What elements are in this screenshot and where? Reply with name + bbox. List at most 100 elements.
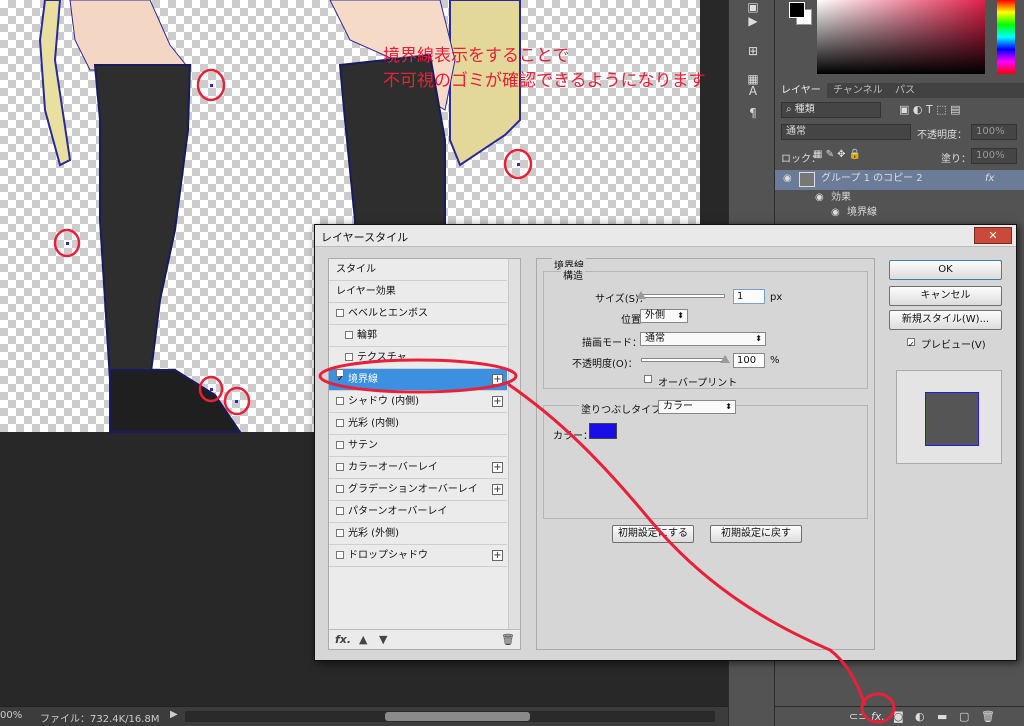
opacity-input[interactable]: 100	[733, 353, 765, 368]
new-group-icon[interactable]: ▬	[937, 710, 947, 723]
style-checkbox[interactable]	[336, 551, 344, 559]
tab-layers[interactable]: レイヤー	[775, 83, 827, 98]
visibility-eye-icon[interactable]: ◉	[783, 170, 792, 188]
play-action-icon[interactable]: ▶	[743, 14, 763, 32]
style-item[interactable]: ドロップシャドウ +	[329, 545, 507, 567]
add-effect-plus-icon[interactable]: +	[492, 396, 503, 407]
layer-style-dialog: レイヤースタイル ✕ スタイルレイヤー効果ベベルとエンボス輪郭テクスチャ境界線 +…	[314, 224, 1017, 661]
new-style-button[interactable]: 新規スタイル(W)...	[889, 310, 1002, 330]
size-slider[interactable]	[641, 294, 725, 298]
size-slider-knob[interactable]	[636, 291, 646, 299]
style-checkbox[interactable]	[336, 419, 344, 427]
style-item[interactable]: シャドウ (内側) +	[329, 391, 507, 413]
adjustment-layer-icon[interactable]: ◐	[915, 710, 925, 723]
style-item[interactable]: 光彩 (内側)	[329, 413, 507, 435]
structure-title: 構造	[561, 267, 585, 282]
cancel-button[interactable]: キャンセル	[889, 286, 1002, 306]
style-checkbox[interactable]	[336, 529, 344, 537]
opacity-slider-knob[interactable]	[720, 355, 730, 363]
opacity-slider[interactable]	[641, 358, 725, 362]
link-layers-icon[interactable]: ⊂⊃	[849, 710, 867, 723]
style-item[interactable]: パターンオーバーレイ	[329, 501, 507, 523]
layers-tabs: レイヤー チャンネル パス	[775, 83, 1024, 98]
style-item[interactable]: グラデーションオーバーレイ +	[329, 479, 507, 501]
fx-menu-icon[interactable]: fx.	[335, 633, 351, 646]
style-item-label: グラデーションオーバーレイ	[348, 484, 478, 495]
style-checkbox[interactable]	[336, 397, 344, 405]
style-item[interactable]: 光彩 (外側)	[329, 523, 507, 545]
fx-badge[interactable]: fx	[985, 170, 994, 188]
stroke-color-swatch[interactable]	[589, 423, 617, 439]
style-checkbox[interactable]	[336, 441, 344, 449]
foreground-color-swatch[interactable]	[789, 2, 805, 18]
color-label: カラー：	[553, 431, 593, 442]
style-checkbox[interactable]	[345, 353, 353, 361]
move-up-icon[interactable]: ▲	[359, 633, 367, 646]
dialog-title-bar[interactable]: レイヤースタイル ✕	[315, 225, 1016, 247]
fill-field[interactable]: 100%	[971, 148, 1017, 164]
add-layer-style-icon[interactable]: fx.	[871, 710, 885, 723]
style-item[interactable]: テクスチャ	[329, 347, 507, 369]
fill-type-select[interactable]: カラー ⬍	[658, 400, 736, 414]
lock-icons[interactable]: ▦ ✎ ✥ 🔒	[813, 149, 861, 160]
layer-kind-filter[interactable]: ⌕ 種類	[781, 102, 881, 118]
style-item-label: スタイル	[336, 264, 376, 275]
adjustments-icon[interactable]: ⊞	[743, 44, 763, 62]
size-input[interactable]: 1	[733, 289, 765, 304]
make-default-button[interactable]: 初期設定にする	[612, 525, 694, 543]
blend-mode-select[interactable]: 通常 ⬍	[640, 332, 766, 346]
style-item[interactable]: サテン	[329, 435, 507, 457]
style-checkbox[interactable]	[345, 331, 353, 339]
style-item[interactable]: スタイル	[329, 259, 507, 281]
ok-button[interactable]: OK	[889, 260, 1002, 280]
style-item[interactable]: ベベルとエンボス	[329, 303, 507, 325]
preview-checkbox[interactable]	[907, 338, 915, 346]
blend-row: 通常 不透明度： 100%	[775, 122, 1024, 144]
color-field[interactable]	[817, 0, 985, 74]
horizontal-scrollbar[interactable]	[185, 711, 715, 722]
style-checkbox[interactable]	[336, 507, 344, 515]
opacity-field[interactable]: 100%	[971, 124, 1017, 140]
layer-name: グループ 1 のコピー 2	[821, 173, 923, 184]
add-effect-plus-icon[interactable]: +	[492, 484, 503, 495]
style-item[interactable]: カラーオーバーレイ +	[329, 457, 507, 479]
move-down-icon[interactable]: ▼	[379, 633, 387, 646]
style-item[interactable]: レイヤー効果	[329, 281, 507, 303]
dialog-close-button[interactable]: ✕	[974, 227, 1012, 244]
style-item[interactable]: 輪郭	[329, 325, 507, 347]
layer-row-group-copy-2[interactable]: ◉ グループ 1 のコピー 2 fx	[775, 170, 1024, 190]
tab-channels[interactable]: チャンネル	[827, 83, 889, 98]
style-checkbox[interactable]	[336, 463, 344, 471]
opacity-unit: %	[770, 355, 780, 366]
style-checkbox[interactable]	[336, 485, 344, 493]
delete-layer-icon[interactable]: 🗑	[981, 710, 995, 723]
status-menu-arrow-icon[interactable]: ▶	[170, 709, 178, 720]
style-checkbox[interactable]	[336, 309, 344, 317]
filter-icons[interactable]: ▣ ◐ T ⬚ ▤	[899, 103, 960, 116]
add-mask-icon[interactable]: ◙	[893, 710, 904, 723]
paragraph-icon[interactable]: ¶	[743, 106, 763, 124]
style-item-label: サテン	[348, 440, 378, 451]
layer-effect-stroke-row[interactable]: ◉ 境界線	[775, 204, 1024, 222]
style-item[interactable]: 境界線 +	[329, 369, 507, 391]
scrollbar-thumb[interactable]	[385, 712, 530, 721]
add-effect-plus-icon[interactable]: +	[492, 374, 503, 385]
lock-row: ロック： ▦ ✎ ✥ 🔒 塗り： 100%	[775, 146, 1024, 168]
add-effect-plus-icon[interactable]: +	[492, 550, 503, 561]
reset-default-button[interactable]: 初期設定に戻す	[710, 525, 802, 543]
zoom-level[interactable]: 00%	[0, 710, 22, 721]
blend-mode-select[interactable]: 通常	[781, 124, 911, 140]
style-item-label: 光彩 (外側)	[348, 528, 399, 539]
character-icon[interactable]: A	[743, 84, 763, 102]
overprint-checkbox[interactable]	[644, 375, 652, 383]
hue-slider[interactable]	[997, 0, 1015, 74]
add-effect-plus-icon[interactable]: +	[492, 462, 503, 473]
stroke-eye-icon[interactable]: ◉	[831, 204, 840, 222]
style-list-scrollbar[interactable]	[508, 259, 520, 629]
position-value: 外側	[645, 310, 665, 321]
tab-paths[interactable]: パス	[889, 83, 921, 98]
position-select[interactable]: 外側 ⬍	[640, 309, 688, 323]
delete-effect-icon[interactable]: 🗑	[501, 633, 515, 646]
new-layer-icon[interactable]: ▢	[959, 710, 969, 723]
style-checkbox[interactable]	[336, 369, 344, 377]
